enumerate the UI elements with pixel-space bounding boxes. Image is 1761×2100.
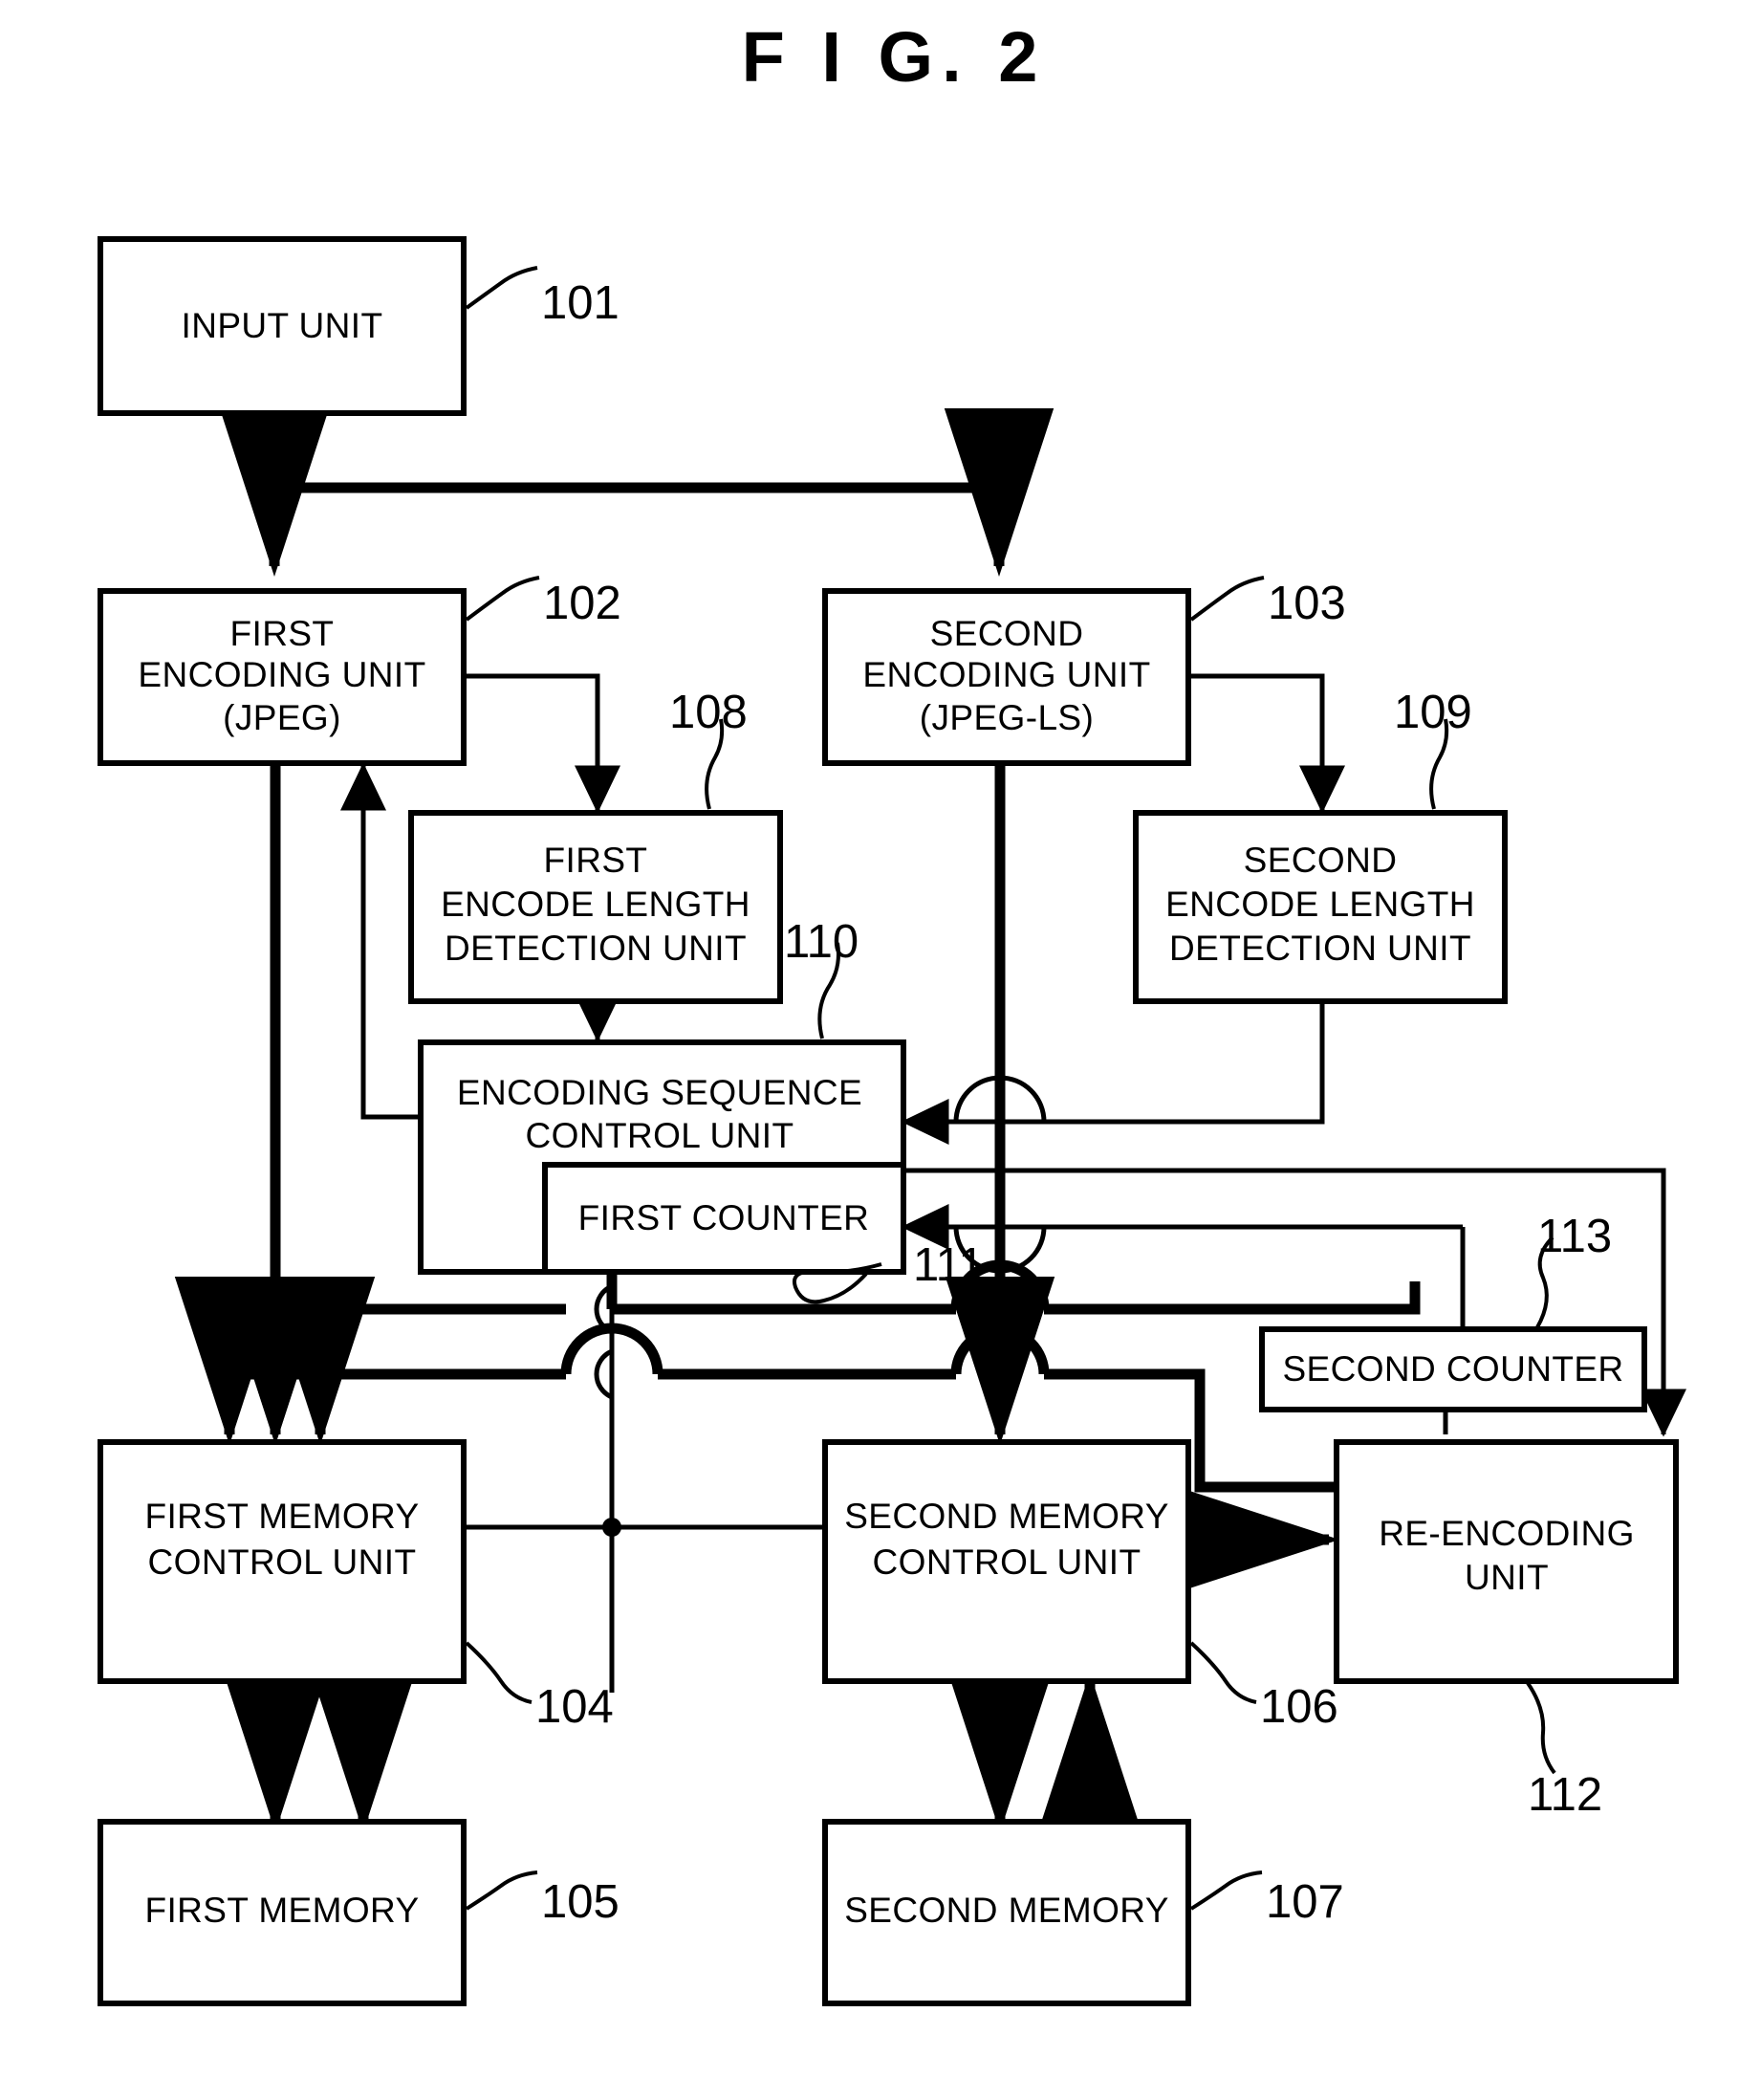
- block-label-second-encoding-3: (JPEG-LS): [920, 698, 1094, 737]
- ref-label-110: 110: [784, 916, 859, 968]
- ref-107: 107: [1189, 1870, 1344, 1928]
- ref-106: 106: [1189, 1641, 1338, 1733]
- block-label-first-eld-1: FIRST: [544, 841, 648, 880]
- block-second-encode-length-detection-unit[interactable]: SECOND ENCODE LENGTH DETECTION UNIT: [1133, 810, 1508, 1004]
- wire-senc-to-seld: [1188, 673, 1345, 814]
- block-diagram-svg: F I G. 2 INPUT UNIT 101 FIRST ENCODING U…: [98, 17, 1686, 2006]
- block-label-second-memory: SECOND MEMORY: [844, 1891, 1169, 1930]
- ref-label-101: 101: [541, 277, 620, 329]
- block-label-second-encoding-1: SECOND: [930, 614, 1084, 653]
- block-label-second-counter: SECOND COUNTER: [1282, 1349, 1623, 1389]
- ref-108: 108: [669, 687, 748, 810]
- block-label-esc-1: ENCODING SEQUENCE: [457, 1073, 862, 1112]
- block-label-first-encoding-3: (JPEG): [223, 698, 341, 737]
- ref-103: 103: [1189, 576, 1346, 629]
- ref-102: 102: [465, 576, 621, 629]
- block-label-first-encoding-2: ENCODING UNIT: [138, 655, 425, 694]
- ref-label-112: 112: [1528, 1769, 1602, 1821]
- ref-label-105: 105: [541, 1876, 620, 1928]
- wire-seld-to-esc: [901, 1001, 1325, 1145]
- block-label-first-encoding-1: FIRST: [230, 614, 335, 653]
- block-first-memory[interactable]: FIRST MEMORY: [98, 1819, 467, 2006]
- block-label-first-counter: FIRST COUNTER: [578, 1198, 870, 1237]
- ref-label-104: 104: [535, 1681, 614, 1733]
- block-label-first-eld-2: ENCODE LENGTH: [441, 885, 750, 924]
- block-label-second-eld-3: DETECTION UNIT: [1169, 929, 1471, 968]
- block-first-memory-control-unit[interactable]: FIRST MEMORY CONTROL UNIT: [98, 1439, 467, 1684]
- block-second-memory[interactable]: SECOND MEMORY: [822, 1819, 1191, 2006]
- ref-label-103: 103: [1268, 578, 1346, 629]
- wire-smc-to-smem: [945, 1664, 1145, 1841]
- ref-label-102: 102: [543, 578, 621, 629]
- block-first-encoding-unit[interactable]: FIRST ENCODING UNIT (JPEG): [98, 588, 467, 766]
- block-label-second-mem-ctrl-2: CONTROL UNIT: [873, 1542, 1141, 1582]
- ref-101: 101: [465, 266, 620, 329]
- ref-109: 109: [1394, 687, 1472, 810]
- ref-105: 105: [465, 1870, 620, 1928]
- wire-fmc-to-fmem: [220, 1664, 419, 1832]
- block-first-counter[interactable]: FIRST COUNTER: [542, 1162, 906, 1275]
- ref-112: 112: [1526, 1681, 1602, 1821]
- ref-label-109: 109: [1394, 687, 1472, 738]
- block-input-unit[interactable]: INPUT UNIT: [98, 236, 467, 416]
- block-second-encoding-unit[interactable]: SECOND ENCODING UNIT (JPEG-LS): [822, 588, 1191, 766]
- block-first-encode-length-detection-unit[interactable]: FIRST ENCODE LENGTH DETECTION UNIT: [408, 810, 783, 1004]
- ref-label-111: 111: [913, 1239, 984, 1291]
- wire-input-to-encoders: [219, 408, 1054, 577]
- block-label-second-eld-2: ENCODE LENGTH: [1165, 885, 1475, 924]
- block-label-second-encoding-2: ENCODING UNIT: [862, 655, 1150, 694]
- wire-counter-bus-2: [174, 1277, 1206, 1445]
- block-label-second-eld-1: SECOND: [1244, 841, 1398, 880]
- ref-113: 113: [1535, 1211, 1612, 1328]
- wire-counter-bus-1: [265, 1259, 1421, 1445]
- block-re-encoding-unit[interactable]: RE-ENCODING UNIT: [1334, 1439, 1679, 1684]
- wire-fenc-to-feld: [464, 673, 620, 814]
- block-label-first-mem-ctrl-1: FIRST MEMORY: [144, 1497, 419, 1536]
- block-label-second-mem-ctrl-1: SECOND MEMORY: [844, 1497, 1169, 1536]
- ref-label-108: 108: [669, 687, 748, 738]
- block-label-first-memory: FIRST MEMORY: [144, 1891, 419, 1930]
- ref-label-113: 113: [1537, 1211, 1612, 1262]
- block-label-re-encoding-1: RE-ENCODING: [1379, 1514, 1635, 1553]
- block-label-re-encoding-2: UNIT: [1465, 1558, 1549, 1597]
- ref-label-107: 107: [1266, 1876, 1344, 1928]
- block-second-counter[interactable]: SECOND COUNTER: [1259, 1326, 1647, 1412]
- wire-bus2-to-reenc: [1194, 1434, 1337, 1493]
- block-label-input-unit: INPUT UNIT: [182, 306, 383, 345]
- figure-title: F I G. 2: [742, 17, 1047, 97]
- block-label-first-mem-ctrl-2: CONTROL UNIT: [148, 1542, 417, 1582]
- block-second-memory-control-unit[interactable]: SECOND MEMORY CONTROL UNIT: [822, 1439, 1191, 1684]
- ref-label-106: 106: [1260, 1681, 1338, 1733]
- figure-canvas: F I G. 2 INPUT UNIT 101 FIRST ENCODING U…: [0, 0, 1761, 2100]
- block-label-first-eld-3: DETECTION UNIT: [445, 929, 747, 968]
- block-label-esc-2: CONTROL UNIT: [526, 1116, 794, 1155]
- ref-104: 104: [465, 1641, 614, 1733]
- ref-110: 110: [784, 916, 859, 1039]
